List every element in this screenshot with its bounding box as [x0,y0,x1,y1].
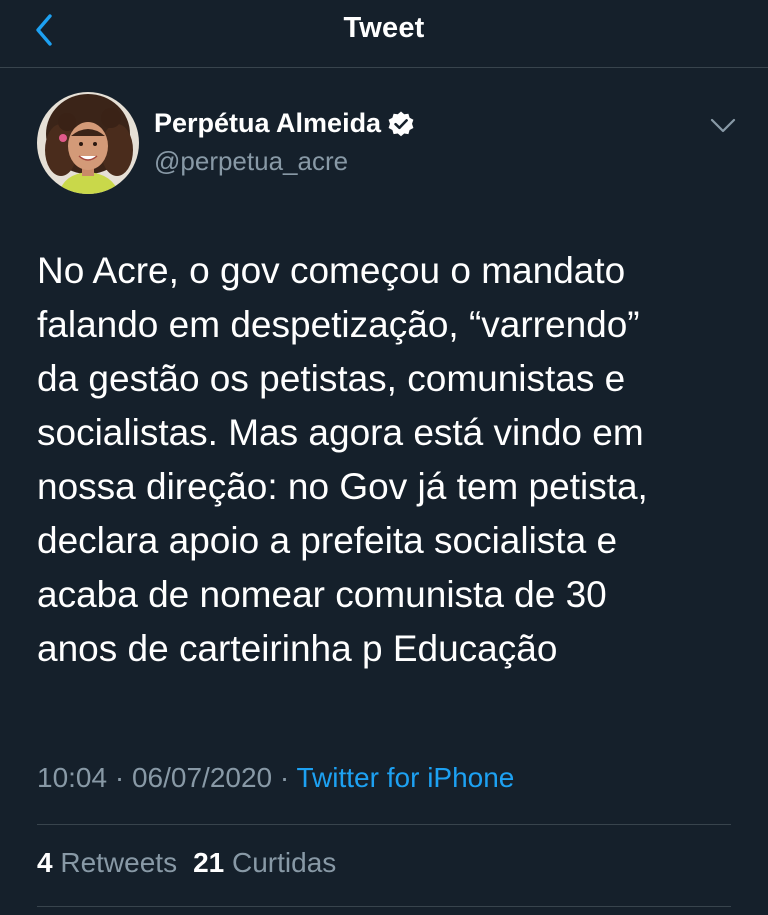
divider [37,906,731,907]
retweets-count: 4 [37,847,53,878]
profile-photo [37,92,139,194]
meta-separator: · [107,762,132,793]
tweet-source-link[interactable]: Twitter for iPhone [297,762,515,793]
verified-badge-icon [387,110,415,138]
tweet-text-line: socialistas. Mas agora está vindo em [37,412,644,453]
author-name[interactable]: Perpétua Almeida [154,108,415,139]
tweet-stats: 4 Retweets 21 Curtidas [37,847,336,879]
page-title: Tweet [343,12,425,44]
meta-separator: · [272,762,297,793]
author-handle[interactable]: @perpetua_acre [154,146,348,177]
tweet-text-line: falando em despetização, “varrendo” [37,304,640,345]
tweet-menu-button[interactable] [706,108,740,142]
tweet-metadata: 10:04 · 06/07/2020 · Twitter for iPhone [37,762,514,794]
likes-count: 21 [193,847,225,878]
tweet-text-line: acaba de nomear comunista de 30 [37,574,607,615]
tweet-date: 06/07/2020 [131,762,273,793]
chevron-down-icon [710,118,736,133]
retweets-label: Retweets [60,847,178,878]
tweet-time: 10:04 [37,762,108,793]
tweet-text-line: nossa direção: no Gov já tem petista, [37,466,648,507]
likes-label: Curtidas [232,847,337,878]
author-name-text: Perpétua Almeida [154,108,382,138]
tweet-text-line: No Acre, o gov começou o mandato [37,250,626,291]
avatar[interactable] [37,92,139,194]
tweet-text-line: anos de carteirinha p Educação [37,628,558,669]
divider [37,824,731,825]
tweet-text-line: declara apoio a prefeita socialista e [37,520,618,561]
likes-stat[interactable]: 21 Curtidas [193,847,336,878]
retweets-stat[interactable]: 4 Retweets [37,847,177,878]
tweet-text: No Acre, o gov começou o mandato falando… [37,244,737,676]
tweet-text-line: da gestão os petistas, comunistas e [37,358,626,399]
top-bar: Tweet [0,0,768,68]
